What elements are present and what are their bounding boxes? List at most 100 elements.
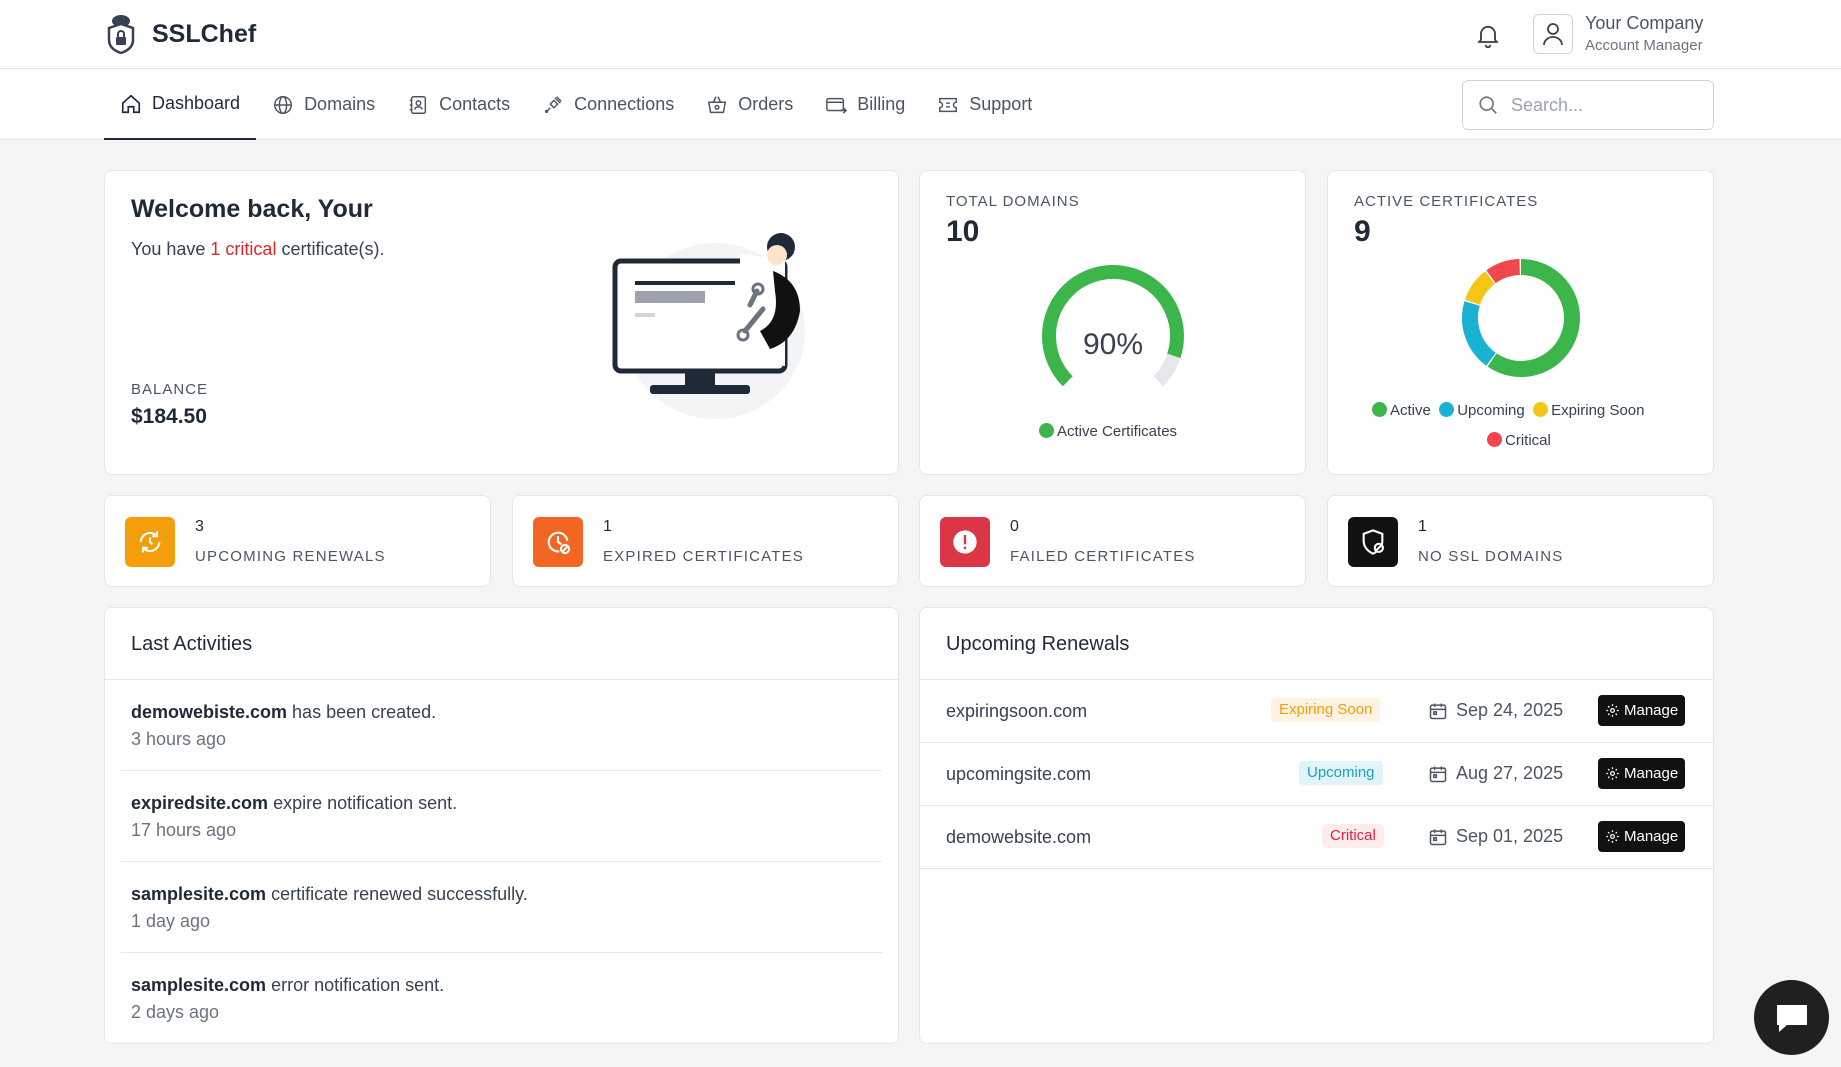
manage-label: Manage	[1624, 828, 1679, 845]
last-activities-panel: Last Activities demowebiste.com has been…	[104, 607, 899, 1044]
active-certs-title: ACTIVE CERTIFICATES	[1354, 193, 1539, 210]
activity-domain[interactable]: expiredsite.com	[131, 793, 268, 813]
activity-domain[interactable]: samplesite.com	[131, 975, 266, 995]
nav-orders-label: Orders	[738, 94, 794, 114]
activities-title: Last Activities	[105, 608, 898, 680]
home-icon	[121, 94, 141, 113]
activity-item: demowebiste.com has been created. 3 hour…	[121, 680, 882, 771]
calendar-icon	[1429, 703, 1447, 719]
user-menu[interactable]: Your Company Account Manager	[1533, 13, 1703, 54]
manage-button[interactable]: Manage	[1598, 758, 1686, 789]
legend-dot-critical	[1487, 432, 1502, 447]
activity-domain[interactable]: demowebiste.com	[131, 702, 287, 722]
legend-critical-label: Critical	[1505, 432, 1551, 449]
activity-time: 17 hours ago	[131, 820, 237, 840]
welcome-subtitle: You have 1 critical certificate(s).	[131, 239, 384, 260]
nav-billing-label: Billing	[857, 94, 906, 114]
welcome-title: Welcome back, Your	[131, 195, 373, 223]
activity-item: samplesite.com certificate renewed succe…	[121, 862, 882, 953]
welcome-sub-suffix: certificate(s).	[276, 239, 385, 259]
activity-time: 2 days ago	[131, 1002, 220, 1022]
donut-slice-active	[1487, 259, 1580, 377]
user-role: Account Manager	[1585, 37, 1703, 54]
nav-contacts-label: Contacts	[439, 94, 511, 114]
ticket-icon	[939, 97, 958, 112]
stat-label: UPCOMING RENEWALS	[195, 548, 386, 565]
manage-button[interactable]: Manage	[1598, 695, 1686, 726]
user-name: Your Company	[1585, 13, 1704, 33]
avatar	[1533, 13, 1573, 54]
renewals-title: Upcoming Renewals	[920, 608, 1713, 680]
donut-slice-upcoming	[1462, 301, 1497, 366]
manage-button[interactable]: Manage	[1598, 821, 1686, 852]
activity-text: expire notification sent.	[268, 793, 458, 813]
activity-item: expiredsite.com expire notification sent…	[121, 771, 882, 862]
stat-card-upcoming-renewals[interactable]: 3 UPCOMING RENEWALS	[104, 495, 491, 587]
activity-time: 3 hours ago	[131, 729, 227, 749]
nav-support[interactable]: Support	[921, 69, 1048, 140]
renewal-date-text: Aug 27, 2025	[1456, 763, 1564, 783]
stat-value: 1	[603, 518, 612, 535]
welcome-card: Welcome back, Your You have 1 critical c…	[104, 170, 899, 475]
nav-connections-label: Connections	[574, 94, 675, 114]
stat-card-failed-certificates[interactable]: 0 FAILED CERTIFICATES	[919, 495, 1306, 587]
gear-icon	[1606, 767, 1619, 780]
activity-time: 1 day ago	[131, 911, 211, 931]
stat-label: NO SSL DOMAINS	[1418, 548, 1564, 565]
status-badge: Expiring Soon	[1271, 698, 1381, 722]
nav-dashboard[interactable]: Dashboard	[104, 69, 257, 140]
stat-value: 1	[1418, 518, 1427, 535]
donut-legend-row2: Critical	[1487, 432, 1551, 449]
logo[interactable]: SSLChef	[106, 14, 256, 54]
donut-slice-critical	[1486, 259, 1521, 284]
upcoming-renewals-panel: Upcoming Renewals expiringsoon.com Expir…	[919, 607, 1714, 1044]
gauge-fill	[1042, 265, 1184, 387]
legend-dot-active	[1372, 402, 1387, 417]
gauge-legend: Active Certificates	[1039, 423, 1177, 440]
chef-monitor-illustration	[612, 233, 805, 419]
critical-count-link[interactable]: 1 critical	[210, 239, 276, 259]
bell-icon[interactable]	[1474, 21, 1502, 49]
search-input[interactable]	[1511, 94, 1691, 116]
renewal-date: Sep 01, 2025	[1428, 826, 1563, 847]
gauge-percent-text: 90%	[1083, 328, 1143, 361]
nav-billing[interactable]: Billing	[809, 69, 921, 140]
calendar-icon	[1429, 829, 1447, 845]
nav-domains[interactable]: Domains	[256, 69, 391, 140]
nav-tabs: Dashboard Domains Contacts Connections O…	[104, 69, 1048, 140]
nav-connections[interactable]: Connections	[526, 69, 690, 140]
nav-contacts[interactable]: Contacts	[391, 69, 526, 140]
balance-label: BALANCE	[131, 381, 209, 398]
app-name: SSLChef	[152, 19, 257, 48]
shield-off-icon	[1348, 517, 1398, 567]
stat-card-no-ssl-domains[interactable]: 1 NO SSL DOMAINS	[1327, 495, 1714, 587]
renewal-date-text: Sep 01, 2025	[1456, 826, 1564, 846]
gear-icon	[1606, 830, 1619, 843]
nav-dashboard-label: Dashboard	[152, 93, 241, 113]
total-domains-card: TOTAL DOMAINS 10 90% Active Certificates	[919, 170, 1306, 475]
stat-value: 3	[195, 518, 204, 535]
stat-label: FAILED CERTIFICATES	[1010, 548, 1196, 565]
activity-item: samplesite.com error notification sent. …	[121, 953, 882, 1044]
renewal-row: upcomingsite.com Upcoming Aug 27, 2025 M…	[920, 743, 1713, 806]
chat-button[interactable]	[1754, 980, 1829, 1055]
gear-icon	[1606, 704, 1619, 717]
welcome-sub-prefix: You have	[131, 239, 211, 259]
main-navbar: Dashboard Domains Contacts Connections O…	[0, 69, 1841, 140]
stat-card-expired-certificates[interactable]: 1 EXPIRED CERTIFICATES	[512, 495, 899, 587]
clock-icon	[533, 517, 583, 567]
legend-dot	[1039, 423, 1054, 438]
certificate-status-donut	[1462, 259, 1580, 377]
search-box[interactable]	[1462, 80, 1714, 130]
plug-icon	[545, 95, 562, 113]
chef-shield-logo-icon	[107, 15, 135, 54]
user-icon	[1543, 22, 1563, 45]
basket-icon	[708, 95, 727, 113]
renewal-row: demowebsite.com Critical Sep 01, 2025 Ma…	[920, 806, 1713, 869]
stat-value: 0	[1010, 518, 1019, 535]
activity-text: error notification sent.	[266, 975, 445, 995]
nav-orders[interactable]: Orders	[690, 69, 809, 140]
activity-domain[interactable]: samplesite.com	[131, 884, 266, 904]
status-badge: Critical	[1322, 824, 1384, 848]
activity-text: has been created.	[287, 702, 437, 722]
